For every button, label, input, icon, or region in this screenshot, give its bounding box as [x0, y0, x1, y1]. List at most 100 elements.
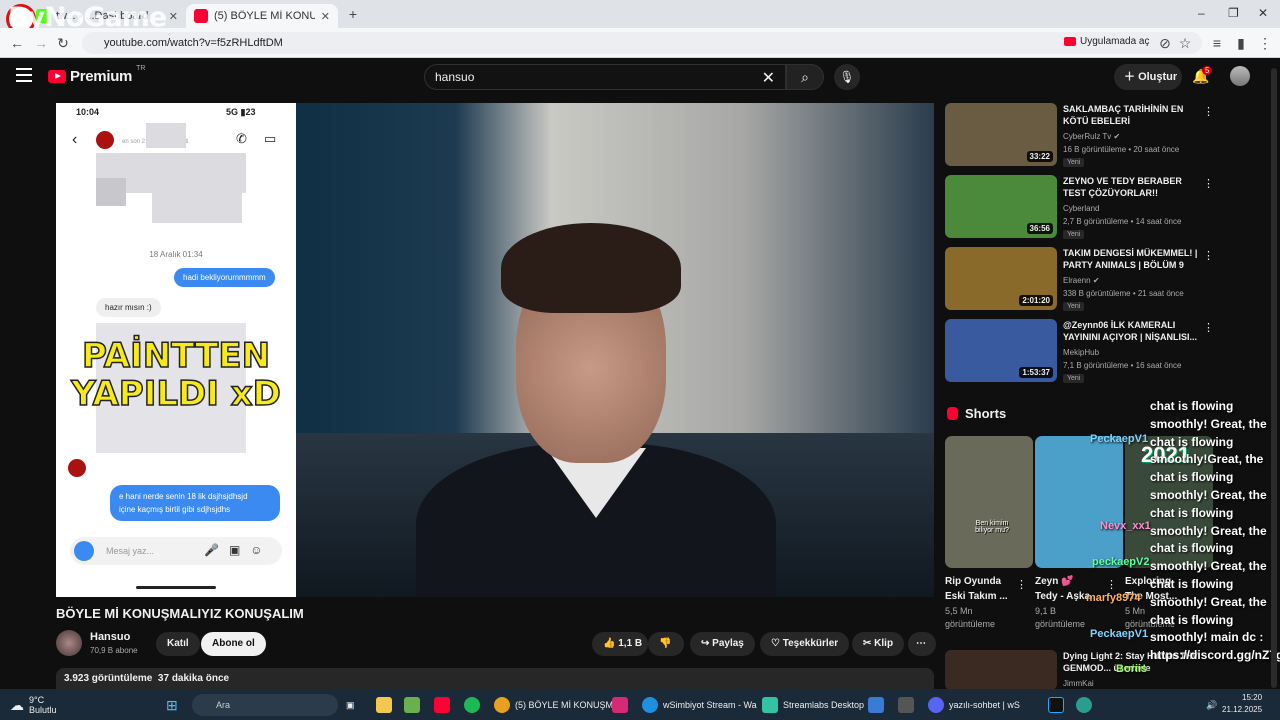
- thumbs-down-icon: 👎: [659, 638, 672, 649]
- recommended-video[interactable]: 36:56 ZEYNO VE TEDY BERABER TEST ÇÖZÜYOR…: [945, 175, 1225, 239]
- browser-tab-youtube[interactable]: (5) BÖYLE Mİ KONUŞMALIYIZ K ✕: [186, 4, 338, 28]
- back-button[interactable]: ←: [8, 34, 26, 52]
- clip-button[interactable]: ✂ Klip: [852, 632, 905, 656]
- view-count: 3.923 görüntüleme: [64, 673, 153, 684]
- channel-label: Elraenn: [1063, 276, 1091, 285]
- clip-label: Klip: [874, 638, 894, 649]
- page-scrollbar[interactable]: [1271, 68, 1277, 688]
- short-thumbnail[interactable]: [1035, 436, 1123, 568]
- more-options-icon[interactable]: ⋮: [1203, 249, 1214, 262]
- taskbar-app-edge[interactable]: wSimbiyot Stream - Wa: [642, 694, 757, 716]
- close-tab-icon[interactable]: ✕: [169, 10, 178, 23]
- tab-label: (5) BÖYLE Mİ KONUŞMALIYIZ K: [214, 10, 315, 22]
- close-tab-icon[interactable]: ✕: [321, 10, 330, 23]
- instagram-icon[interactable]: [612, 694, 628, 716]
- recommended-meta: 16 B görüntüleme • 20 saat önce: [1063, 145, 1180, 154]
- taskbar-search[interactable]: Ara: [192, 694, 338, 716]
- restore-button[interactable]: ❐: [1228, 6, 1239, 20]
- message-placeholder: Mesaj yaz...: [106, 546, 155, 556]
- weather-widget[interactable]: ☁ 9°C Bulutlu: [10, 694, 57, 716]
- thanks-button[interactable]: ♡ Teşekkürler: [760, 632, 850, 656]
- reading-list-icon[interactable]: ≡: [1208, 34, 1226, 52]
- new-badge: Yeni: [1063, 158, 1085, 167]
- recommended-video[interactable]: 33:22 SAKLAMBAÇ TARİHİNİN EN KÖTÜ EBELER…: [945, 103, 1225, 167]
- close-window-button[interactable]: ✕: [1258, 6, 1268, 20]
- dislike-button[interactable]: 👎: [648, 632, 684, 656]
- recommended-video[interactable]: 1:53:37 @Zeynn06 İLK KAMERALI YAYININI A…: [945, 319, 1225, 383]
- forward-button[interactable]: →: [32, 34, 50, 52]
- discord-icon: [928, 697, 944, 713]
- chat-username: Nevx_xx1: [1100, 520, 1151, 532]
- more-options-icon[interactable]: ⋮: [1016, 578, 1027, 591]
- task-view-icon[interactable]: ▣: [346, 694, 355, 716]
- region-code: TR: [136, 65, 146, 72]
- weather-temp: 9°C: [29, 695, 45, 705]
- browser-menu-icon[interactable]: ⋮: [1256, 34, 1274, 52]
- recommended-video[interactable]: 2:01:20 TAKIM DENGESİ MÜKEMMEL! | PARTY …: [945, 247, 1225, 311]
- phone-signal: 5G: [226, 107, 239, 117]
- recommended-title: ZEYNO VE TEDY BERABER TEST ÇÖZÜYORLAR!!: [1063, 176, 1182, 198]
- app-icon[interactable]: [868, 694, 884, 716]
- hamburger-menu-icon[interactable]: [16, 68, 32, 82]
- video-thumbnail[interactable]: [945, 650, 1057, 690]
- short-thumbnail[interactable]: Ben kimim biliyor mu?: [945, 436, 1033, 568]
- bookmark-star-icon[interactable]: ☆: [1176, 34, 1194, 52]
- more-options-icon[interactable]: ⋮: [1203, 321, 1214, 334]
- reload-button[interactable]: ↻: [54, 34, 72, 52]
- youtube-header: Premium TR hansuo ✕ ⌕ 🎙 ＋ Oluştur 🔔 5: [0, 58, 1280, 98]
- more-options-icon[interactable]: ⋮: [1203, 105, 1214, 118]
- extension-icon[interactable]: ▮: [1232, 34, 1250, 52]
- phone-time: 10:04: [76, 107, 100, 117]
- store-icon[interactable]: [404, 694, 420, 716]
- censor-pixel: [146, 123, 186, 148]
- taskbar-app-streamlabs[interactable]: Streamlabs Desktop: [762, 694, 864, 716]
- app-icon[interactable]: [898, 694, 914, 716]
- store-glyph-icon: [404, 697, 420, 713]
- video-player[interactable]: 10:04 5G ▮23 ‹ en son 2 saat önce aktift…: [56, 103, 934, 597]
- volume-icon[interactable]: 🔊: [1206, 694, 1217, 716]
- account-avatar[interactable]: [1230, 66, 1250, 86]
- file-explorer-icon[interactable]: [376, 694, 392, 716]
- taskbar-app-discord[interactable]: yazılı-sohbet | wS: [928, 694, 1020, 716]
- app-icon[interactable]: [1076, 694, 1092, 716]
- channel-avatar[interactable]: [56, 630, 82, 656]
- eye-off-icon[interactable]: ⊘: [1156, 34, 1174, 52]
- chat-username: peckaepV2: [1092, 556, 1150, 568]
- channel-name[interactable]: Hansuo: [90, 631, 130, 643]
- video-thumbnail: 33:22: [945, 103, 1057, 166]
- voice-search-icon[interactable]: 🎙: [834, 64, 860, 90]
- clear-search-icon[interactable]: ✕: [762, 68, 775, 88]
- search-button[interactable]: ⌕: [786, 64, 824, 90]
- open-in-app-button[interactable]: Uygulamada aç: [1064, 36, 1149, 47]
- folder-icon: [376, 697, 392, 713]
- create-button[interactable]: ＋ Oluştur: [1114, 64, 1182, 90]
- system-clock[interactable]: 15:20 21.12.2025: [1222, 692, 1262, 716]
- tiktok-icon[interactable]: [1048, 694, 1064, 716]
- share-button[interactable]: ↪ Paylaş: [690, 632, 755, 656]
- more-options-icon[interactable]: ⋮: [1106, 578, 1117, 591]
- youtube-play-icon: [48, 70, 66, 83]
- person-hair: [501, 223, 681, 313]
- instagram-glyph-icon: [612, 697, 628, 713]
- search-input[interactable]: hansuo ✕: [424, 64, 786, 90]
- spotify-icon[interactable]: [464, 694, 480, 716]
- new-tab-button[interactable]: +: [344, 5, 362, 23]
- more-options-icon[interactable]: ⋮: [1203, 177, 1214, 190]
- subscribe-button[interactable]: Abone ol: [201, 632, 266, 656]
- clock-date: 21.12.2025: [1222, 705, 1263, 714]
- taskbar-app-chrome[interactable]: (5) BÖYLE Mİ KONUŞMA: [494, 694, 619, 716]
- phone-status-icons: 5G ▮23: [226, 107, 256, 117]
- start-button[interactable]: ⊞: [166, 694, 178, 716]
- back-arrow-icon: ‹: [72, 131, 78, 148]
- join-button[interactable]: Katıl: [156, 632, 200, 656]
- youtube-app-icon[interactable]: [434, 694, 450, 716]
- short-title[interactable]: Rip Oyunda Eski Takım ...: [945, 574, 1021, 604]
- more-actions-icon[interactable]: ⋯: [908, 632, 936, 656]
- caption-line-1: PAİNTTEN: [81, 336, 271, 376]
- like-button[interactable]: 👍 1,1 B: [592, 632, 648, 656]
- minimize-button[interactable]: –: [1198, 6, 1205, 20]
- url-field[interactable]: youtube.com/watch?v=f5zRHLdftDM: [82, 32, 1202, 54]
- phone-battery: 23: [245, 107, 256, 117]
- verified-icon: ✔: [1113, 132, 1121, 141]
- youtube-premium-logo[interactable]: Premium TR: [48, 65, 146, 85]
